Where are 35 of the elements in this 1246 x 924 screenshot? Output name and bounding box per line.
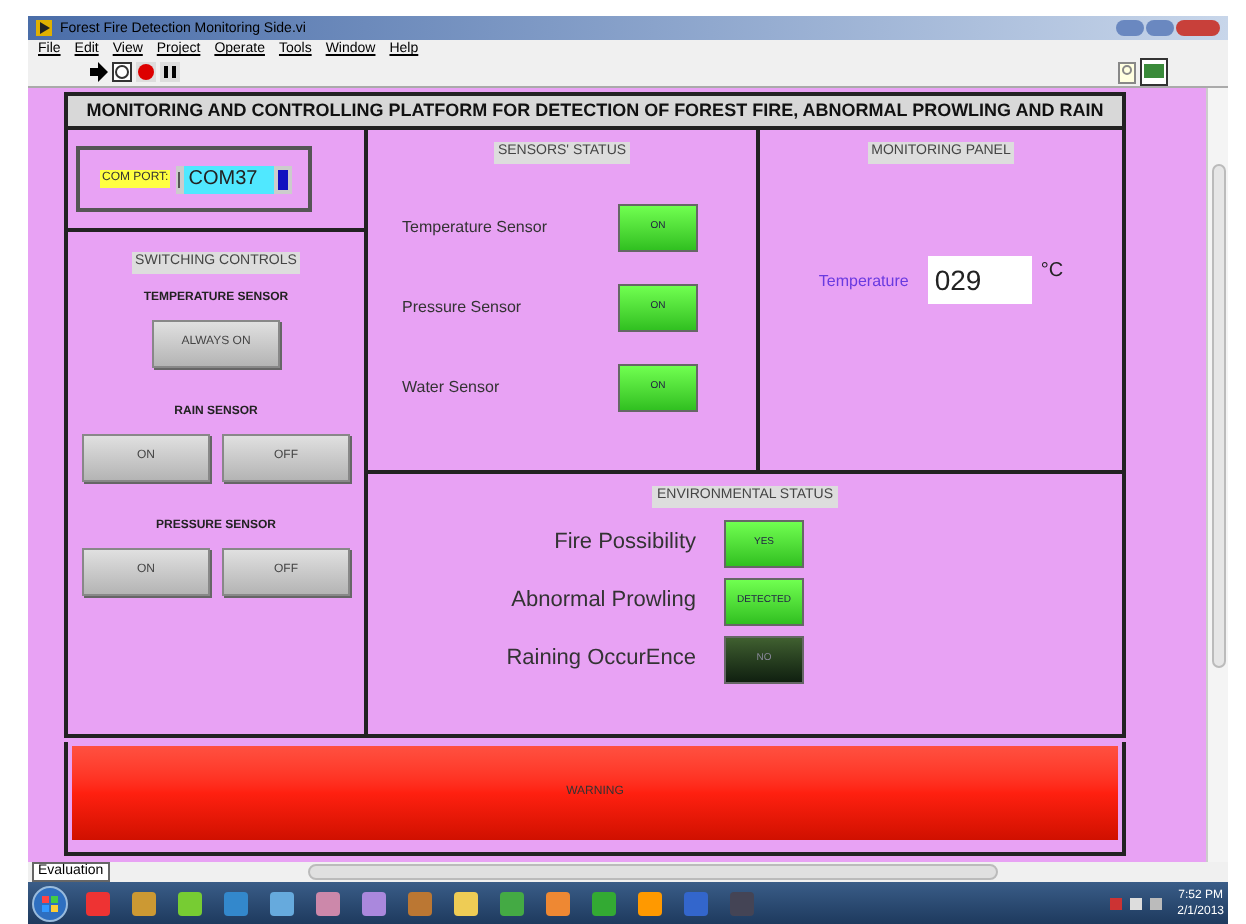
pause-icon[interactable]	[160, 62, 180, 82]
unit-label: °C	[1040, 257, 1064, 285]
start-button[interactable]	[32, 885, 68, 921]
indicator-label: Raining OccurEnce	[504, 644, 698, 675]
com-port-selector[interactable]: COM37	[176, 165, 293, 193]
taskbar-app-icon[interactable]	[314, 889, 342, 917]
field-label: Temperature	[818, 269, 909, 293]
abort-icon[interactable]	[136, 62, 156, 82]
vertical-scrollbar[interactable]	[1206, 88, 1228, 862]
taskbar-app-icon[interactable]	[222, 889, 250, 917]
minimize-button[interactable]	[1116, 20, 1144, 36]
run-arrow-icon[interactable]	[88, 62, 108, 82]
taskbar-app-icon[interactable]	[590, 889, 618, 917]
maximize-button[interactable]	[1146, 20, 1174, 36]
taskbar-app-icon[interactable]	[544, 889, 572, 917]
taskbar-app-icon[interactable]	[636, 889, 664, 917]
app-icon	[36, 20, 52, 36]
vi-icon	[1140, 58, 1168, 86]
indicator-label: Water Sensor	[402, 375, 502, 399]
indicator-label: Temperature Sensor	[402, 215, 549, 239]
taskbar-app-icon[interactable]	[268, 889, 296, 917]
indicator-label: Pressure Sensor	[402, 295, 524, 319]
temperature-display: 029	[928, 255, 1033, 303]
run-continuously-icon[interactable]	[112, 62, 132, 82]
help-icon[interactable]	[1118, 61, 1136, 83]
indicator-label: Fire Possibility	[552, 528, 698, 559]
taskbar-app-icon[interactable]	[176, 889, 204, 917]
taskbar-app-icon[interactable]	[360, 889, 388, 917]
taskbar-app-icon[interactable]	[130, 889, 158, 917]
taskbar-app-icon[interactable]	[406, 889, 434, 917]
taskbar-app-icon[interactable]	[452, 889, 480, 917]
taskbar-app-icon[interactable]	[498, 889, 526, 917]
indicator-label: Abnormal Prowling	[509, 586, 698, 617]
close-button[interactable]	[1176, 20, 1220, 36]
panel-heading: MONITORING AND CONTROLLING PLATFORM FOR DETECTION OF FOREST FIRE, ABNORMAL PROWLING AND RAIN	[86, 97, 1104, 124]
